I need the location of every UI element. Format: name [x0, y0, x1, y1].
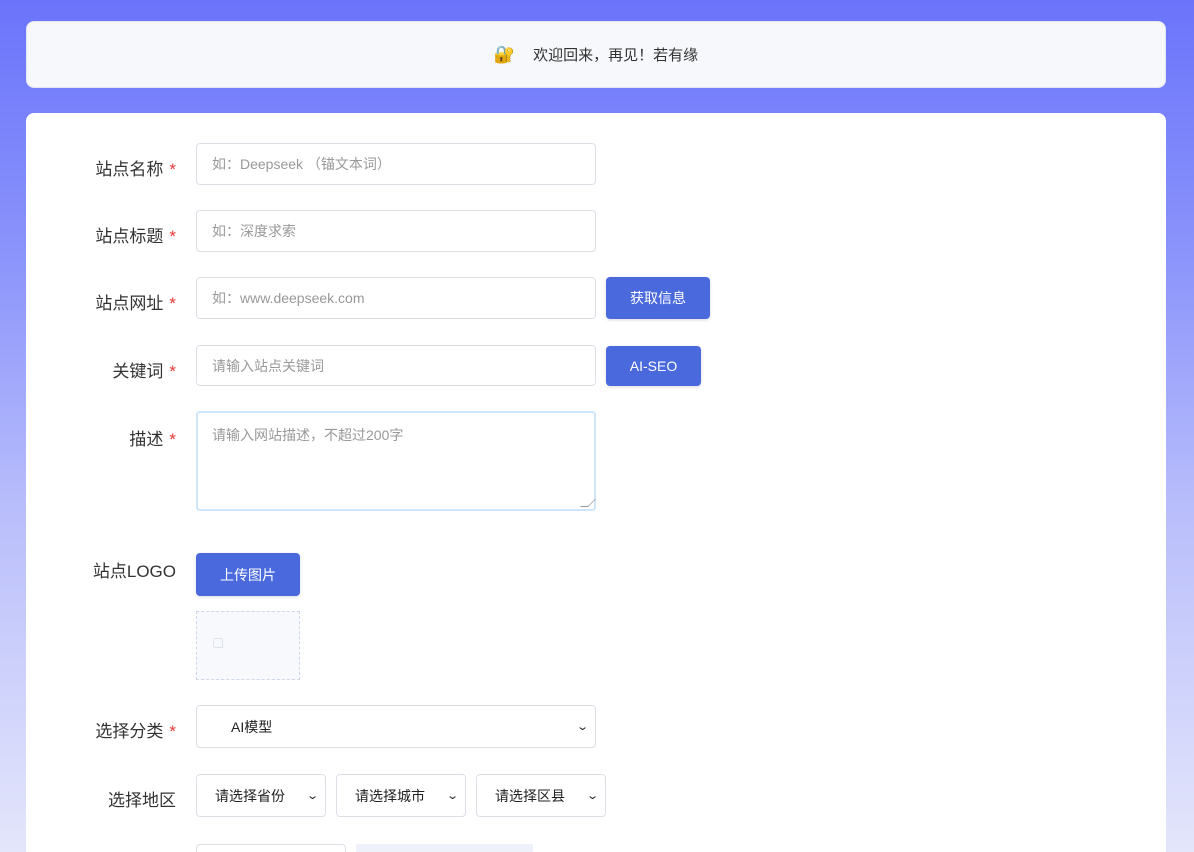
captcha-image[interactable]	[356, 844, 533, 852]
required-mark: *	[169, 294, 176, 313]
site-name-input[interactable]: 如：Deepseek （锚文本词）	[196, 143, 596, 185]
district-value: 请选择区县	[495, 787, 565, 804]
resize-handle-icon[interactable]	[580, 499, 596, 507]
chevron-down-icon: ⌄	[585, 790, 599, 802]
lock-icon: 🔐	[493, 44, 516, 64]
required-mark: *	[169, 430, 176, 449]
city-value: 请选择城市	[355, 787, 425, 804]
city-select[interactable]: 请选择城市 ⌄	[336, 774, 466, 817]
region-label: 选择地区	[108, 791, 176, 810]
upload-image-button[interactable]: 上传图片	[196, 553, 300, 596]
province-value: 请选择省份	[215, 787, 285, 804]
required-mark: *	[169, 160, 176, 179]
captcha-input[interactable]	[196, 844, 346, 852]
required-mark: *	[169, 362, 176, 381]
chevron-down-icon: ⌄	[575, 721, 589, 733]
category-label: 选择分类 *	[95, 722, 176, 741]
ai-seo-button[interactable]: AI-SEO	[606, 346, 701, 386]
province-select[interactable]: 请选择省份 ⌄	[196, 774, 326, 817]
image-placeholder-icon	[213, 638, 223, 648]
keywords-input[interactable]: 请输入站点关键词	[196, 345, 596, 386]
description-placeholder: 请输入网站描述，不超过200字	[212, 427, 404, 443]
category-value: AI模型	[231, 718, 273, 735]
logo-preview	[196, 611, 300, 680]
required-mark: *	[169, 722, 176, 741]
keywords-label: 关键词 *	[112, 362, 176, 381]
category-select[interactable]: AI模型 ⌄	[196, 705, 596, 748]
site-name-label: 站点名称 *	[95, 160, 176, 179]
site-title-input[interactable]: 如：深度求索	[196, 210, 596, 252]
description-textarea[interactable]: 请输入网站描述，不超过200字	[196, 411, 596, 511]
district-select[interactable]: 请选择区县 ⌄	[476, 774, 606, 817]
site-url-label: 站点网址 *	[95, 294, 176, 313]
chevron-down-icon: ⌄	[305, 790, 319, 802]
logo-label: 站点LOGO	[92, 562, 176, 581]
site-url-input[interactable]: 如：www.deepseek.com	[196, 277, 596, 319]
submit-form-card: 站点名称 * 如：Deepseek （锚文本词） 站点标题 * 如：深度求索 站点网…	[26, 113, 1166, 852]
welcome-notice: 🔐 欢迎回来，再见！若有缘	[26, 21, 1166, 88]
fetch-info-button[interactable]: 获取信息	[606, 277, 710, 319]
description-label: 描述 *	[129, 430, 176, 449]
required-mark: *	[169, 227, 176, 246]
chevron-down-icon: ⌄	[445, 790, 459, 802]
site-title-label: 站点标题 *	[95, 227, 176, 246]
notice-text: 欢迎回来，再见！若有缘	[533, 47, 699, 64]
